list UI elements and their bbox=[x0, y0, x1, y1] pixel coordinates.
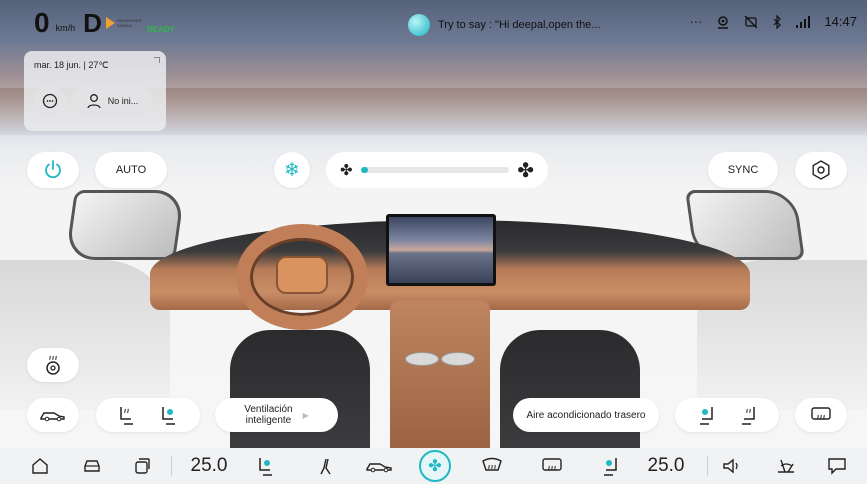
vehicle-button[interactable] bbox=[79, 448, 105, 484]
climate-power-button[interactable] bbox=[27, 152, 79, 188]
home-button[interactable] bbox=[28, 448, 52, 484]
passenger-temperature[interactable]: 25.0 bbox=[643, 448, 689, 484]
passenger-seat-controls bbox=[675, 398, 779, 432]
seat-recline-icon bbox=[316, 456, 334, 476]
passenger-airbag-indicator: PASSENGER AIRBAG bbox=[105, 17, 145, 29]
gear-indicator: D bbox=[83, 7, 102, 38]
steering-hub bbox=[276, 256, 328, 294]
display-wallpaper bbox=[389, 217, 493, 283]
dock-divider bbox=[171, 456, 172, 476]
speed-unit: km/h bbox=[55, 23, 76, 33]
driver-seat-vent-icon bbox=[257, 456, 275, 476]
passenger-seat-heat-icon[interactable] bbox=[739, 405, 757, 425]
smart-ventilation-button[interactable]: Ventilación inteligente ▶ bbox=[215, 398, 338, 432]
bottom-dock: 25.0 ✤ 25.0 bbox=[0, 448, 867, 484]
fan-high-icon[interactable]: ✤ bbox=[517, 158, 534, 183]
passenger-seat-vent-icon[interactable] bbox=[697, 405, 715, 425]
left-mirror bbox=[65, 190, 185, 260]
hexagon-settings-icon bbox=[810, 159, 832, 181]
system-tray: ··· 14:47 bbox=[689, 14, 857, 29]
expand-icon[interactable] bbox=[154, 57, 160, 63]
car-side-icon bbox=[366, 459, 394, 473]
rear-window-defrost-icon bbox=[541, 457, 563, 475]
date-weather: mar. 18 jun. | 27℃ bbox=[34, 60, 109, 70]
profile-button[interactable]: No ini... bbox=[72, 85, 152, 117]
car-icon bbox=[40, 408, 66, 422]
clock: 14:47 bbox=[824, 14, 857, 29]
fan-speed-control[interactable]: ✤ ✤ bbox=[326, 152, 548, 188]
chat-icon bbox=[42, 93, 58, 109]
rear-window-defrost-button[interactable] bbox=[538, 448, 566, 484]
passenger-seat-vent-dock-icon bbox=[601, 456, 619, 476]
center-display bbox=[386, 214, 496, 286]
device-off-icon bbox=[744, 15, 758, 29]
climate-fan-button[interactable]: ✤ bbox=[417, 448, 453, 484]
driver-temperature[interactable]: 25.0 bbox=[186, 448, 232, 484]
messages-button[interactable] bbox=[34, 85, 66, 117]
fan-low-icon[interactable]: ✤ bbox=[340, 161, 353, 179]
rear-ac-button[interactable]: Aire acondicionado trasero bbox=[513, 398, 659, 432]
chat-bubble-icon bbox=[827, 457, 847, 475]
center-console bbox=[390, 300, 490, 448]
chevron-right-icon: ▶ bbox=[302, 410, 309, 420]
location-icon bbox=[716, 15, 730, 29]
auto-button[interactable]: AUTO bbox=[95, 152, 167, 188]
rear-defrost-icon bbox=[810, 406, 832, 424]
cupholder bbox=[405, 352, 439, 366]
cupholder bbox=[441, 352, 475, 366]
smart-ventilation-label: Ventilación inteligente bbox=[244, 404, 293, 426]
bluetooth-icon bbox=[772, 14, 782, 29]
voice-assistant-orb-icon[interactable] bbox=[408, 14, 430, 36]
home-icon bbox=[31, 457, 49, 475]
apps-button[interactable] bbox=[130, 448, 154, 484]
snowflake-icon: ❄ bbox=[284, 159, 300, 181]
front-defrost-button[interactable] bbox=[478, 448, 506, 484]
fan-speed-fill bbox=[360, 167, 368, 173]
user-icon bbox=[86, 93, 102, 109]
assistant-button[interactable] bbox=[823, 448, 851, 484]
car-climate-button[interactable] bbox=[364, 448, 396, 484]
profile-label: No ini... bbox=[107, 96, 139, 106]
signal-icon bbox=[796, 15, 811, 28]
voice-assistant[interactable]: Try to say : "Hi deepal,open the... bbox=[408, 14, 600, 36]
seat-heat-icon[interactable] bbox=[118, 405, 136, 425]
dock-divider bbox=[707, 456, 708, 476]
left-door bbox=[0, 260, 170, 410]
rear-ac-label: Aire acondicionado trasero bbox=[526, 409, 646, 421]
rear-defrost-button[interactable] bbox=[795, 398, 847, 432]
massage-button[interactable] bbox=[312, 448, 338, 484]
apps-icon bbox=[133, 457, 151, 475]
vehicle-icon bbox=[82, 457, 102, 475]
settings-button[interactable] bbox=[795, 152, 847, 188]
ac-button[interactable]: ❄ bbox=[274, 152, 310, 188]
car-view-button[interactable] bbox=[27, 398, 79, 432]
seat-vent-icon[interactable] bbox=[160, 405, 178, 425]
volume-icon bbox=[722, 457, 742, 475]
volume-button[interactable] bbox=[718, 448, 746, 484]
voice-prompt: Try to say : "Hi deepal,open the... bbox=[438, 19, 601, 31]
speed-value: 0 bbox=[34, 7, 50, 38]
power-icon bbox=[42, 159, 64, 181]
info-card[interactable]: mar. 18 jun. | 27℃ No ini... bbox=[24, 51, 166, 131]
sync-label: SYNC bbox=[727, 164, 759, 176]
fan-icon: ✤ bbox=[419, 450, 451, 482]
airbag-icon bbox=[105, 17, 115, 29]
sync-button[interactable]: SYNC bbox=[708, 152, 778, 188]
wipers-button[interactable] bbox=[772, 448, 800, 484]
passenger-temp-value: 25.0 bbox=[647, 455, 685, 476]
driver-seat-controls bbox=[96, 398, 200, 432]
auto-label: AUTO bbox=[115, 164, 147, 176]
steering-heat-button[interactable] bbox=[27, 348, 79, 382]
ready-indicator: READY bbox=[146, 24, 175, 34]
fan-speed-slider[interactable] bbox=[360, 167, 510, 173]
driver-seat-vent-button[interactable] bbox=[253, 448, 279, 484]
driver-temp-value: 25.0 bbox=[190, 455, 228, 476]
wiper-icon bbox=[776, 457, 796, 475]
front-defrost-icon bbox=[481, 457, 503, 475]
passenger-seat-vent-dock-button[interactable] bbox=[596, 448, 624, 484]
more-icon[interactable]: ··· bbox=[689, 14, 702, 29]
steering-heat-icon bbox=[42, 354, 64, 376]
airbag-label: PASSENGER AIRBAG bbox=[116, 18, 142, 28]
